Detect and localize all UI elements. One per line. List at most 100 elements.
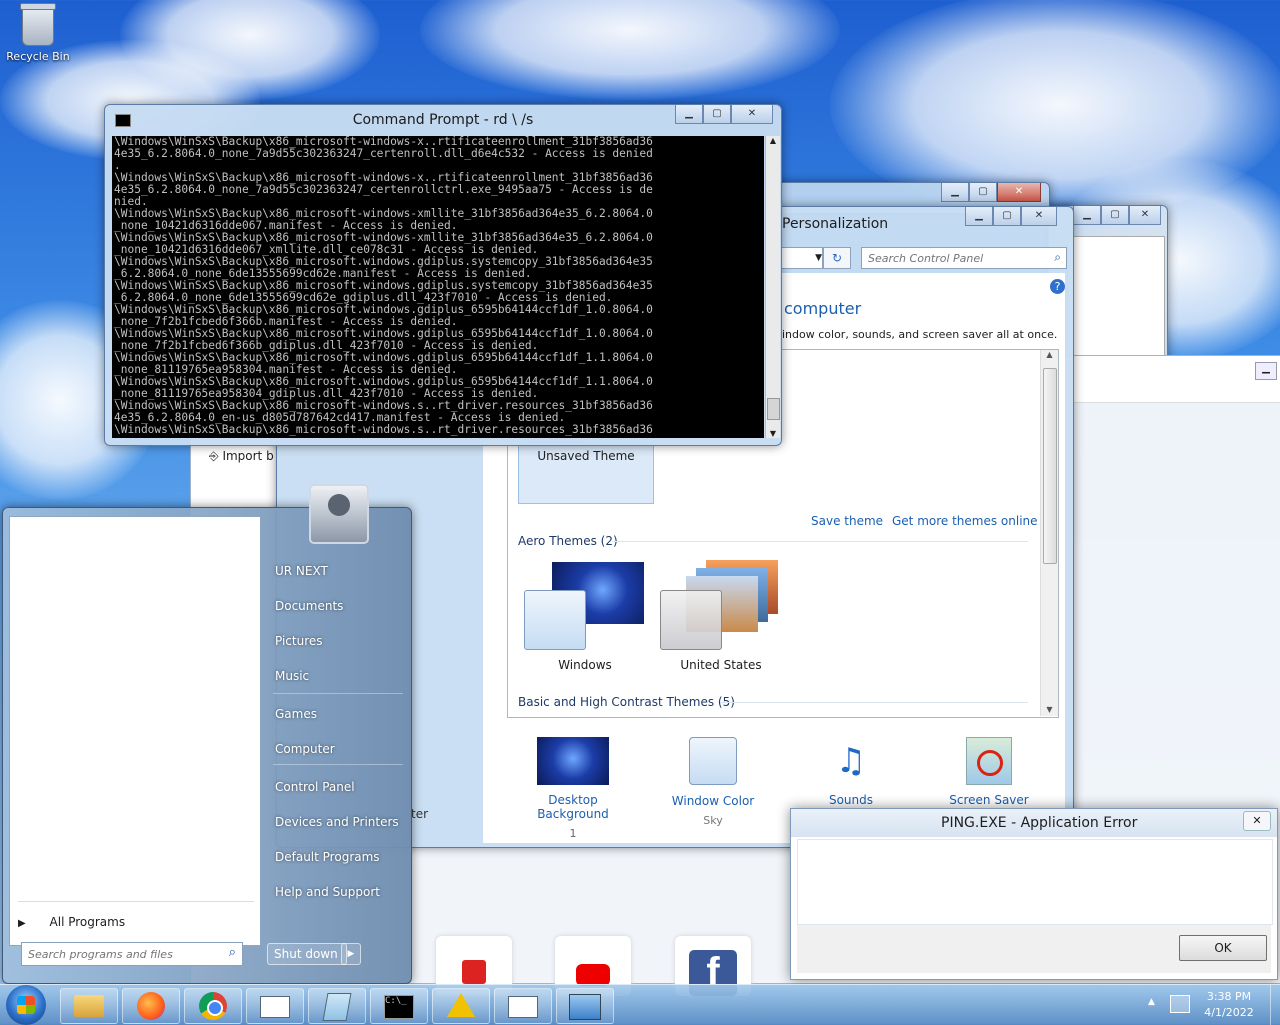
windows-logo-icon [17,996,35,1014]
address-dropdown[interactable]: ▼ [777,247,823,269]
application-error-dialog[interactable]: PING.EXE - Application Error ✕ OK [790,808,1278,980]
user-picture[interactable] [309,484,369,544]
taskbar-control-panel[interactable] [246,988,304,1024]
start-menu-item-pictures[interactable]: Pictures [275,634,323,648]
aero-themes-header: Aero Themes (2) [518,534,618,548]
theme-preview [524,590,586,650]
show-hidden-icons-button[interactable]: ▲ [1148,997,1155,1007]
get-more-themes-link[interactable]: Get more themes online [892,514,1038,528]
app-icon [462,960,486,984]
start-menu[interactable]: ▶ All Programs ⌕ UR NEXT Documents Picture… [2,484,412,984]
recycle-bin-icon [20,3,56,46]
theme-preview [660,590,722,650]
minimize-button[interactable]: ▁ [941,183,969,202]
start-menu-item-games[interactable]: Games [275,707,317,721]
theme-windows[interactable]: Windows [522,560,648,672]
maximize-button[interactable]: ▢ [993,207,1021,226]
start-menu-item-ur-next[interactable]: UR NEXT [275,564,328,578]
recycle-bin-label: Recycle Bin [6,50,70,63]
basic-themes-header: Basic and High Contrast Themes (5) [518,695,735,709]
show-desktop-button[interactable] [1270,985,1280,1025]
recycle-bin-shortcut[interactable]: Recycle Bin [4,3,72,63]
close-button[interactable]: ✕ [1243,811,1271,831]
search-icon: ⌕ [228,945,236,960]
command-prompt-window[interactable]: Command Prompt - rd \ /s ▁ ▢ ✕ \Windows\… [104,104,782,446]
taskbar[interactable]: C:\_ ▲ 3:38 PM 4/1/2022 [0,984,1280,1025]
maximize-button[interactable]: ▢ [969,183,997,202]
close-button[interactable]: ✕ [1021,207,1057,226]
minimize-button[interactable]: ▁ [1073,206,1101,225]
dialog-title: PING.EXE - Application Error [941,815,1138,831]
start-menu-item-control-panel[interactable]: Control Panel [275,780,355,794]
taskbar-error[interactable] [432,988,490,1024]
taskbar-command-prompt[interactable]: C:\_ [370,988,428,1024]
console-scrollbar[interactable]: ▲ ▼ [765,136,780,438]
chrome-icon [199,992,227,1020]
clock[interactable]: 3:38 PM 4/1/2022 [1198,989,1260,1021]
network-icon[interactable] [1170,995,1190,1013]
shut-down-button[interactable]: Shut down [267,943,347,965]
desktop-background-icon [537,737,609,785]
partial-link-text: ter [411,807,429,821]
warning-icon [447,993,475,1017]
shutdown-options-button[interactable]: ▶ [341,943,361,965]
folder-icon [74,995,104,1017]
theme-windows-label: Windows [558,658,612,672]
clock-time: 3:38 PM [1206,990,1252,1003]
start-menu-item-music[interactable]: Music [275,669,309,683]
console-line: \Windows\WinSxS\Backup\x86_microsoft-win… [114,423,653,436]
start-menu-item-default-programs[interactable]: Default Programs [275,850,380,864]
window-color-icon [689,737,737,785]
start-programs-pane[interactable]: ▶ All Programs [9,516,261,946]
theme-united-states[interactable]: United States [658,560,784,672]
window-title: Personalization [782,216,889,232]
page-heading: computer [784,299,862,318]
start-menu-item-help-and-support[interactable]: Help and Support [275,885,380,899]
refresh-button[interactable]: ↻ [823,247,851,269]
close-button[interactable]: ✕ [997,183,1041,202]
import-icon: ⎆ [209,449,219,463]
firefox-icon [137,992,165,1020]
page-subtext: indow color, sounds, and screen saver al… [782,328,1058,341]
screen-saver-icon [966,737,1012,785]
taskbar-explorer[interactable] [60,988,118,1024]
maximize-button[interactable]: ▢ [703,105,731,124]
taskbar-window[interactable] [494,988,552,1024]
theme-list-scrollbar[interactable]: ▲ ▼ [1040,350,1058,716]
minimize-button[interactable]: ▁ [675,105,703,124]
start-button[interactable] [6,985,46,1025]
search-control-panel-input[interactable] [862,248,1048,268]
console-line: 4e35_6.2.8064.0_none_7a9d55c302363247_ce… [114,183,653,196]
save-theme-link[interactable]: Save theme [811,514,883,528]
clock-date: 4/1/2022 [1204,1006,1254,1019]
theme-united-states-label: United States [680,658,762,672]
start-menu-item-computer[interactable]: Computer [275,742,335,756]
taskbar-notepad[interactable] [308,988,366,1024]
desktop-background-button[interactable]: Desktop Background 1 [513,737,633,840]
all-programs-button[interactable]: ▶ All Programs [18,915,254,935]
start-menu-item-documents[interactable]: Documents [275,599,343,613]
start-search-input[interactable] [22,943,220,965]
window-icon [508,996,538,1018]
minimize-button[interactable]: ▁ [965,207,993,226]
close-button[interactable]: ✕ [731,105,773,124]
youtube-icon [576,964,610,986]
import-button[interactable]: ⎆ Import b [209,449,274,464]
taskbar-chrome[interactable] [184,988,242,1024]
taskbar-firefox[interactable] [122,988,180,1024]
personalization-icon [569,994,601,1020]
console-line: 4e35_6.2.8064.0_none_7a9d55c302363247_ce… [114,147,653,160]
minimize-button[interactable]: ▁ [1255,362,1277,380]
maximize-button[interactable]: ▢ [1101,206,1129,225]
start-menu-item-devices-and-printers[interactable]: Devices and Printers [275,815,399,829]
sounds-icon: ♫ [835,741,867,781]
help-icon[interactable]: ? [1050,279,1065,294]
window-icon [260,996,290,1018]
taskbar-personalization[interactable] [556,988,614,1024]
console-output[interactable]: \Windows\WinSxS\Backup\x86_microsoft-win… [112,136,764,438]
ok-button[interactable]: OK [1179,935,1267,961]
window-color-button[interactable]: Window Color Sky [663,737,763,827]
close-button[interactable]: ✕ [1129,206,1161,225]
search-icon: ⌕ [1054,250,1061,264]
notepad-icon [322,993,352,1021]
